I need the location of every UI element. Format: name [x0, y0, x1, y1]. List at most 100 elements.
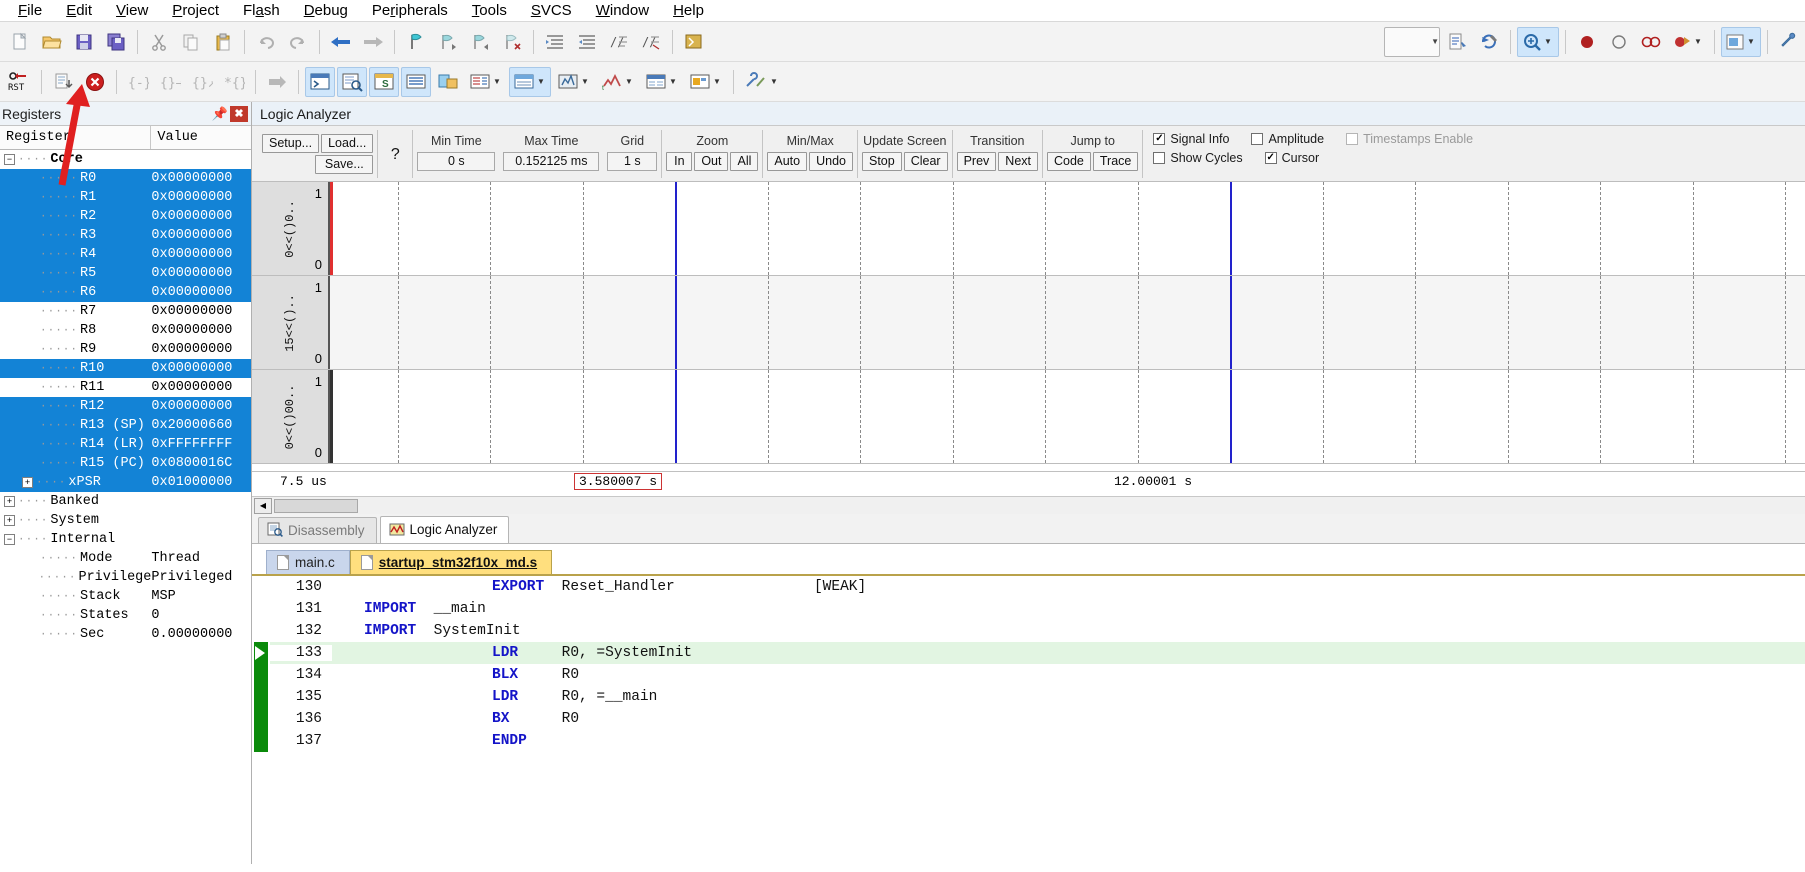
update-stop-button[interactable]: Stop: [862, 152, 902, 171]
find-in-files-icon[interactable]: [679, 27, 709, 57]
system-viewer-icon[interactable]: ▼: [685, 67, 727, 97]
code-line[interactable]: 135 LDR R0, =__main: [270, 686, 1805, 708]
register-row[interactable]: ····· Privilege Privileged: [0, 568, 251, 587]
transition-next-button[interactable]: Next: [998, 152, 1038, 171]
chevron-down-icon[interactable]: ▼: [623, 68, 635, 96]
register-row[interactable]: ····· R1 0x00000000: [0, 188, 251, 207]
zoom-out-button[interactable]: Out: [694, 152, 729, 171]
update-clear-button[interactable]: Clear: [903, 152, 948, 171]
axis-cursor-time[interactable]: 3.580007 s: [574, 473, 663, 490]
navigate-back-icon[interactable]: [326, 27, 356, 57]
zoom-all-button[interactable]: All: [730, 152, 759, 171]
register-row[interactable]: + ···· System: [0, 511, 251, 530]
column-header-value[interactable]: Value: [151, 126, 251, 149]
signal-track[interactable]: 15<<().. 1 0: [252, 276, 1805, 370]
signal-label[interactable]: 15<<().. 1 0: [252, 276, 330, 369]
transition-prev-button[interactable]: Prev: [956, 152, 997, 171]
register-value-cell[interactable]: 0x00000000: [151, 228, 251, 243]
grid-value[interactable]: 1 s: [607, 152, 658, 171]
cursor-line[interactable]: [1230, 370, 1232, 463]
register-row[interactable]: ····· R7 0x00000000: [0, 302, 251, 321]
file-tab-startup-s[interactable]: startup_stm32f10x_md.s: [349, 550, 553, 574]
signal-label[interactable]: 0<<()00.. 1 0: [252, 370, 330, 463]
jump-trace-button[interactable]: Trace: [1092, 152, 1139, 171]
chevron-down-icon[interactable]: ▼: [1542, 28, 1554, 56]
disable-all-breakpoints-icon[interactable]: [1636, 27, 1666, 57]
register-value-cell[interactable]: 0x00000000: [151, 380, 251, 395]
register-row[interactable]: ····· R8 0x00000000: [0, 321, 251, 340]
bookmark-toggle-icon[interactable]: [401, 27, 431, 57]
register-value-cell[interactable]: MSP: [151, 589, 251, 604]
register-value-cell[interactable]: 0x00000000: [151, 285, 251, 300]
register-value-cell[interactable]: 0x00000000: [151, 247, 251, 262]
signal-canvas[interactable]: [330, 182, 1805, 275]
save-icon[interactable]: [69, 27, 99, 57]
code-line[interactable]: 137 ENDP: [270, 730, 1805, 752]
code-line[interactable]: 136 BX R0: [270, 708, 1805, 730]
register-row[interactable]: ····· R5 0x00000000: [0, 264, 251, 283]
register-row[interactable]: ····· R0 0x00000000: [0, 169, 251, 188]
menu-item-file[interactable]: File: [6, 0, 54, 21]
code-lines[interactable]: 130 EXPORT Reset_Handler [WEAK] 131 IMPORT …: [270, 576, 1805, 864]
registers-window-icon[interactable]: [401, 66, 431, 97]
run-to-main-icon[interactable]: [48, 67, 78, 97]
code-line[interactable]: 131 IMPORT __main: [270, 598, 1805, 620]
min-time-value[interactable]: 0 s: [417, 152, 496, 171]
register-row[interactable]: ····· Mode Thread: [0, 549, 251, 568]
chevron-down-icon[interactable]: ▼: [491, 68, 503, 96]
register-value-cell[interactable]: 0: [151, 608, 251, 623]
expand-icon[interactable]: +: [22, 477, 33, 488]
cursor-line[interactable]: [675, 182, 677, 275]
paste-icon[interactable]: [208, 27, 238, 57]
expand-icon[interactable]: +: [4, 515, 15, 526]
tab-disassembly[interactable]: Disassembly: [258, 517, 377, 543]
register-value-cell[interactable]: Privileged: [151, 570, 251, 585]
register-row[interactable]: ····· Sec 0.00000000: [0, 625, 251, 644]
comment-icon[interactable]: //: [604, 27, 634, 57]
register-value-cell[interactable]: Thread: [151, 551, 251, 566]
signal-info-checkbox[interactable]: ✓ Signal Info: [1153, 132, 1229, 146]
register-value-cell[interactable]: 0x00000000: [151, 361, 251, 376]
pin-icon[interactable]: 📌: [210, 104, 230, 124]
bookmark-prev-icon[interactable]: [433, 27, 463, 57]
minmax-undo-button[interactable]: Undo: [809, 152, 853, 171]
register-row[interactable]: − ···· Internal: [0, 530, 251, 549]
signal-track[interactable]: 0<<()0.. 1 0: [252, 182, 1805, 276]
register-value-cell[interactable]: 0x00000000: [151, 209, 251, 224]
cursor-line[interactable]: [1230, 276, 1232, 369]
file-tab-main-c[interactable]: main.c: [266, 550, 350, 574]
rebuild-icon[interactable]: [1474, 27, 1504, 57]
show-next-statement-icon[interactable]: [262, 67, 292, 97]
chevron-down-icon[interactable]: ▼: [579, 68, 591, 96]
menu-item-project[interactable]: Project: [160, 0, 231, 21]
menu-item-peripherals[interactable]: Peripherals: [360, 0, 460, 21]
save-button[interactable]: Save...: [315, 155, 374, 174]
chevron-down-icon[interactable]: ▼: [667, 68, 679, 96]
cursor-line[interactable]: [1230, 182, 1232, 275]
registers-tree[interactable]: − ···· Core ····· R0 0x00000000 ····· R1 0x00000…: [0, 150, 251, 864]
toolbox-icon[interactable]: ▼: [740, 67, 784, 97]
collapse-icon[interactable]: −: [4, 534, 15, 545]
register-value-cell[interactable]: 0.00000000: [151, 627, 251, 642]
code-line[interactable]: 134 BLX R0: [270, 664, 1805, 686]
register-row[interactable]: ····· R9 0x00000000: [0, 340, 251, 359]
register-row[interactable]: − ···· Core: [0, 150, 251, 169]
register-row[interactable]: ····· Stack MSP: [0, 587, 251, 606]
register-value-cell[interactable]: 0x0800016C: [151, 456, 251, 471]
disable-breakpoint-icon[interactable]: [1604, 27, 1634, 57]
chevron-down-icon[interactable]: ▼: [711, 68, 723, 96]
show-cycles-checkbox[interactable]: Show Cycles: [1153, 151, 1243, 165]
column-header-register[interactable]: Register: [0, 126, 152, 149]
save-all-icon[interactable]: [101, 27, 131, 57]
register-value-cell[interactable]: 0x00000000: [151, 190, 251, 205]
register-row[interactable]: ····· R6 0x00000000: [0, 283, 251, 302]
register-value-cell[interactable]: 0xFFFFFFFF: [151, 437, 251, 452]
load-button[interactable]: Load...: [321, 134, 374, 153]
register-value-cell[interactable]: 0x00000000: [151, 399, 251, 414]
jump-code-button[interactable]: Code: [1047, 152, 1091, 171]
configure-icon[interactable]: [1774, 27, 1804, 57]
logic-analyzer-waveform[interactable]: 0<<()0.. 1 0 15<<().. 1 0 0<<()00.. 1 0: [252, 182, 1805, 472]
trace-window-icon[interactable]: ▼: [641, 67, 683, 97]
zoom-in-button[interactable]: In: [666, 152, 693, 171]
uncomment-icon[interactable]: //: [636, 27, 666, 57]
